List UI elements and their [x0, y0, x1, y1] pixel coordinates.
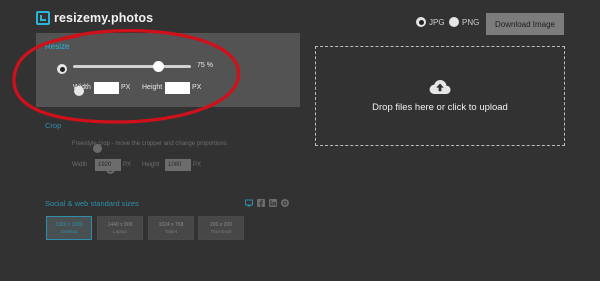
resize-logo-icon: [36, 11, 50, 25]
size-card-name: Laptop: [113, 229, 127, 234]
resize-percent-radio[interactable]: [57, 64, 67, 74]
resize-percent-label: 75 %: [197, 62, 213, 69]
resize-slider-handle[interactable]: [153, 61, 164, 72]
crop-freestyle-label: Freestyle crop - move the cropper and ch…: [72, 141, 227, 147]
size-card-dim: 200 x 200: [210, 222, 232, 228]
resize-width-input[interactable]: [94, 82, 119, 94]
resize-width-unit: PX: [121, 84, 131, 91]
size-card-name: Desktop: [60, 229, 78, 234]
social-icons: [245, 199, 289, 207]
logo[interactable]: resizemy.photos: [36, 11, 153, 25]
crop-height-input[interactable]: 1080: [165, 159, 191, 171]
social-sizes-title: Social & web standard sizes: [45, 199, 139, 208]
png-label: PNG: [462, 17, 480, 27]
resize-height-unit: PX: [192, 84, 202, 91]
crop-width-input[interactable]: 1920: [95, 159, 121, 171]
dropzone[interactable]: Drop files here or click to upload: [315, 46, 565, 146]
crop-width-unit: PX: [123, 162, 132, 168]
format-png[interactable]: PNG: [449, 17, 479, 27]
resize-height-label: Height: [142, 84, 163, 91]
size-card-dim: 1920 x 1080: [55, 222, 83, 228]
resize-title: Resize: [45, 42, 70, 51]
facebook-icon[interactable]: [257, 199, 265, 207]
size-card-desktop[interactable]: 1920 x 1080 Desktop: [46, 216, 92, 240]
crop-title: Crop: [45, 121, 62, 130]
size-card-name: Thumbnail: [210, 229, 232, 234]
linkedin-icon[interactable]: [269, 199, 277, 207]
size-card-tablet[interactable]: 1024 x 768 Tablet: [148, 216, 194, 240]
monitor-icon[interactable]: [245, 199, 253, 207]
download-image-button[interactable]: Download Image: [486, 13, 564, 35]
jpg-radio[interactable]: [416, 17, 426, 27]
crop-width-label: Width: [72, 162, 88, 168]
resize-width-label: Width: [73, 84, 91, 91]
resize-panel: [36, 33, 300, 107]
pinterest-icon[interactable]: [281, 199, 289, 207]
cloud-upload-icon: [429, 80, 451, 94]
crop-height-unit: PX: [193, 162, 202, 168]
size-card-name: Tablet: [164, 229, 177, 234]
dropzone-text: Drop files here or click to upload: [372, 102, 508, 113]
format-jpg[interactable]: JPG: [416, 17, 445, 27]
size-card-dim: 1440 x 900: [107, 222, 133, 228]
size-card-dim: 1024 x 768: [158, 222, 184, 228]
size-card-thumbnail[interactable]: 200 x 200 Thumbnail: [198, 216, 244, 240]
jpg-label: JPG: [429, 17, 445, 27]
png-radio[interactable]: [449, 17, 459, 27]
size-card-laptop[interactable]: 1440 x 900 Laptop: [97, 216, 143, 240]
crop-height-label: Height: [142, 162, 160, 168]
resize-height-input[interactable]: [165, 82, 190, 94]
resize-slider-track[interactable]: [73, 65, 191, 68]
logo-text: resizemy.photos: [54, 11, 154, 25]
